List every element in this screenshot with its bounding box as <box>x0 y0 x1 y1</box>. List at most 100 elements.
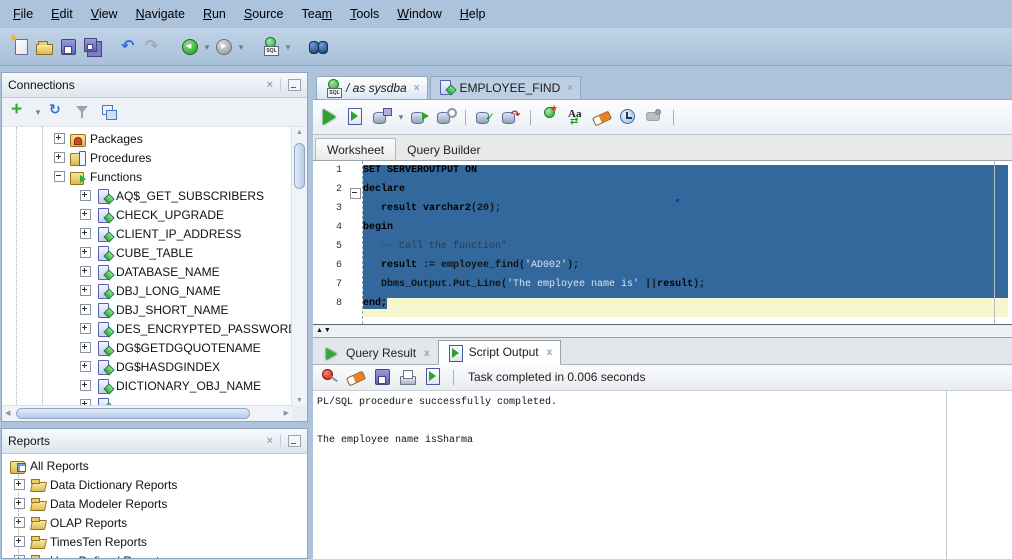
change-case-icon[interactable] <box>566 107 586 127</box>
refresh-icon[interactable] <box>47 102 67 122</box>
close-tab-icon[interactable]: × <box>414 83 420 94</box>
close-tab-icon[interactable]: × <box>567 83 573 94</box>
tree-item[interactable]: CLIENT_IP_ADDRESS <box>2 224 307 243</box>
sql-connection-menu-icon[interactable] <box>283 37 293 57</box>
editor-tab--as-sysdba[interactable]: / as sysdba × <box>316 76 428 99</box>
expand-icon[interactable] <box>80 228 91 239</box>
scroll-up-icon[interactable]: ▲ <box>292 129 307 136</box>
run-statement-icon[interactable] <box>320 107 340 127</box>
expand-icon[interactable] <box>14 517 25 528</box>
expand-icon[interactable] <box>80 342 91 353</box>
tree-item[interactable]: User Defined Reports <box>2 551 307 558</box>
redo-icon[interactable] <box>143 36 163 57</box>
expand-icon[interactable] <box>54 152 65 163</box>
subtab-worksheet[interactable]: Worksheet <box>315 138 397 160</box>
expand-icon[interactable] <box>14 498 25 509</box>
close-tab-icon[interactable]: x <box>547 347 553 358</box>
tree-item[interactable]: DICTIONARY_OBJ_NAME <box>2 376 307 395</box>
run-in-sqlplus-icon[interactable] <box>424 367 444 387</box>
menu-tools[interactable]: Tools <box>341 4 388 24</box>
back-menu-icon[interactable] <box>202 37 212 57</box>
tree-item[interactable]: DG$GETDGQUOTENAME <box>2 338 307 357</box>
expand-icon[interactable] <box>14 555 25 558</box>
menu-run[interactable]: Run <box>194 4 235 24</box>
results-tab-script-output[interactable]: Script Output x <box>437 339 562 365</box>
collapse-all-icon[interactable] <box>99 102 119 122</box>
menu-team[interactable]: Team <box>293 4 342 24</box>
run-script-icon[interactable] <box>346 107 366 127</box>
explain-plan-menu-icon[interactable] <box>396 107 406 127</box>
expand-icon[interactable] <box>80 380 91 391</box>
expand-icon[interactable] <box>80 323 91 334</box>
tree-item[interactable]: TimesTen Reports <box>2 532 307 551</box>
code-editor[interactable]: 1 2 3 4 5 6 7 8 SET SERVEROUTPUT ON declare resu… <box>313 161 1012 324</box>
expand-icon[interactable] <box>54 133 65 144</box>
collapse-icon[interactable] <box>54 171 65 182</box>
save-icon[interactable] <box>58 37 78 57</box>
tree-item[interactable]: OLAP Reports <box>2 513 307 532</box>
tree-item[interactable]: Functions <box>2 167 307 186</box>
tree-item[interactable]: AQ$_GET_SUBSCRIBERS <box>2 186 307 205</box>
connections-horizontal-scrollbar[interactable]: ◀ ▶ <box>2 405 292 421</box>
add-connection-menu-icon[interactable] <box>33 102 43 122</box>
tree-item[interactable]: DBJ_LONG_NAME <box>2 281 307 300</box>
sql-history-icon[interactable] <box>618 107 638 127</box>
expand-icon[interactable] <box>80 209 91 220</box>
minimize-panel-icon[interactable] <box>288 79 301 91</box>
tree-item[interactable]: Procedures <box>2 148 307 167</box>
task-disabled-icon[interactable] <box>644 107 664 127</box>
tree-item[interactable]: Data Dictionary Reports <box>2 475 307 494</box>
unshared-worksheet-icon[interactable] <box>540 103 560 127</box>
sql-connection-icon[interactable] <box>261 36 281 57</box>
close-tab-icon[interactable]: x <box>424 348 430 359</box>
save-all-icon[interactable] <box>82 37 102 57</box>
new-file-icon[interactable] <box>9 33 30 57</box>
save-output-icon[interactable] <box>372 367 392 387</box>
tree-item[interactable]: DATABASE_NAME <box>2 262 307 281</box>
menu-source[interactable]: Source <box>235 4 293 24</box>
tree-item[interactable]: DG$HASDGINDEX <box>2 357 307 376</box>
menu-edit[interactable]: Edit <box>42 4 82 24</box>
expand-icon[interactable] <box>14 479 25 490</box>
autotrace-icon[interactable] <box>410 107 430 127</box>
sql-tuning-icon[interactable] <box>436 107 457 127</box>
fold-collapse-icon[interactable] <box>350 188 361 199</box>
scroll-left-icon[interactable]: ◀ <box>5 409 10 417</box>
menu-file[interactable]: File <box>4 4 42 24</box>
tree-item[interactable]: CHECK_UPGRADE <box>2 205 307 224</box>
rollback-icon[interactable] <box>501 107 521 127</box>
tree-item[interactable]: CUBE_TABLE <box>2 243 307 262</box>
editor-tab-employee-find[interactable]: EMPLOYEE_FIND × <box>429 76 582 99</box>
expand-icon[interactable] <box>80 266 91 277</box>
results-tab-query-result[interactable]: Query Result x <box>316 343 438 364</box>
expand-icon[interactable] <box>80 361 91 372</box>
connections-vertical-scrollbar[interactable]: ▲ ▼ <box>291 127 307 406</box>
add-connection-icon[interactable] <box>9 99 29 122</box>
undo-icon[interactable] <box>119 36 139 57</box>
pin-icon[interactable] <box>320 367 340 387</box>
tree-item[interactable]: DBJ_SHORT_NAME <box>2 300 307 319</box>
clear-output-icon[interactable] <box>346 367 366 387</box>
forward-menu-icon[interactable] <box>236 37 246 57</box>
tree-item[interactable]: Packages <box>2 129 307 148</box>
menu-navigate[interactable]: Navigate <box>127 4 194 24</box>
clear-icon[interactable] <box>592 107 612 127</box>
scroll-right-icon[interactable]: ▶ <box>284 409 289 417</box>
tree-item[interactable]: All Reports <box>2 456 307 475</box>
menu-window[interactable]: Window <box>388 4 450 24</box>
splitter-arrows-icon[interactable]: ▲▼ <box>313 326 332 336</box>
filter-icon[interactable] <box>73 102 93 122</box>
open-file-icon[interactable] <box>34 37 54 57</box>
results-splitter[interactable]: ▲▼ <box>313 323 1012 338</box>
back-icon[interactable] <box>180 37 200 57</box>
menu-help[interactable]: Help <box>451 4 495 24</box>
code-text[interactable]: SET SERVEROUTPUT ON declare result varcha… <box>363 165 1008 317</box>
explain-plan-icon[interactable] <box>372 107 392 127</box>
commit-icon[interactable] <box>475 107 495 127</box>
minimize-panel-icon[interactable] <box>288 435 301 447</box>
expand-icon[interactable] <box>80 190 91 201</box>
expand-icon[interactable] <box>80 304 91 315</box>
find-icon[interactable] <box>308 37 328 57</box>
scroll-down-icon[interactable]: ▼ <box>292 397 307 404</box>
print-icon[interactable] <box>398 367 418 387</box>
